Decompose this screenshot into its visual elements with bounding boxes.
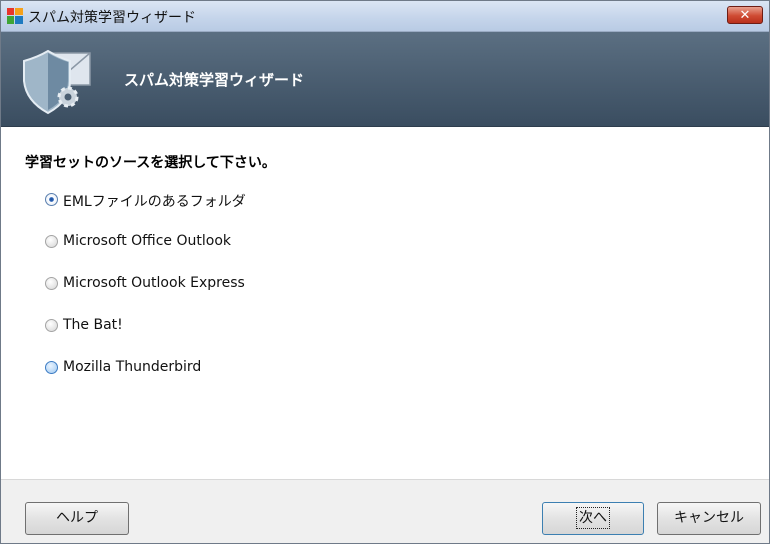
window-title: スパム対策学習ウィザード xyxy=(28,10,196,26)
shield-mail-gear-icon xyxy=(23,49,91,115)
title-bar[interactable]: スパム対策学習ウィザード ✕ xyxy=(1,1,769,32)
option-label: Microsoft Office Outlook xyxy=(63,233,231,249)
radio-button-selected[interactable] xyxy=(45,193,58,206)
app-logo-icon xyxy=(7,8,23,24)
next-button[interactable]: 次へ xyxy=(542,502,644,535)
button-bar: ヘルプ 次へ キャンセル xyxy=(1,479,769,543)
close-button[interactable]: ✕ xyxy=(727,6,763,24)
next-button-label: 次へ xyxy=(576,507,610,529)
radio-button[interactable] xyxy=(45,277,58,290)
wizard-window: スパム対策学習ウィザード ✕ スパム対策学習ウィザード 学習セットのソースを選択… xyxy=(0,0,770,544)
option-label: The Bat! xyxy=(63,317,123,333)
help-button[interactable]: ヘルプ xyxy=(25,502,129,535)
radio-button[interactable] xyxy=(45,361,58,374)
option-label: Microsoft Outlook Express xyxy=(63,275,245,291)
option-label: EMLファイルのあるフォルダ xyxy=(63,194,246,210)
radio-button[interactable] xyxy=(45,235,58,248)
wizard-content: 学習セットのソースを選択して下さい。 EMLファイルのあるフォルダ Micros… xyxy=(1,127,769,479)
radio-button[interactable] xyxy=(45,319,58,332)
option-label: Mozilla Thunderbird xyxy=(63,359,202,375)
cancel-button[interactable]: キャンセル xyxy=(657,502,761,535)
source-question-label: 学習セットのソースを選択して下さい。 xyxy=(25,155,276,171)
wizard-header-banner: スパム対策学習ウィザード xyxy=(1,32,769,127)
close-icon: ✕ xyxy=(739,8,751,23)
help-button-label: ヘルプ xyxy=(56,510,98,526)
cancel-button-label: キャンセル xyxy=(674,510,744,526)
banner-title: スパム対策学習ウィザード xyxy=(124,71,305,89)
